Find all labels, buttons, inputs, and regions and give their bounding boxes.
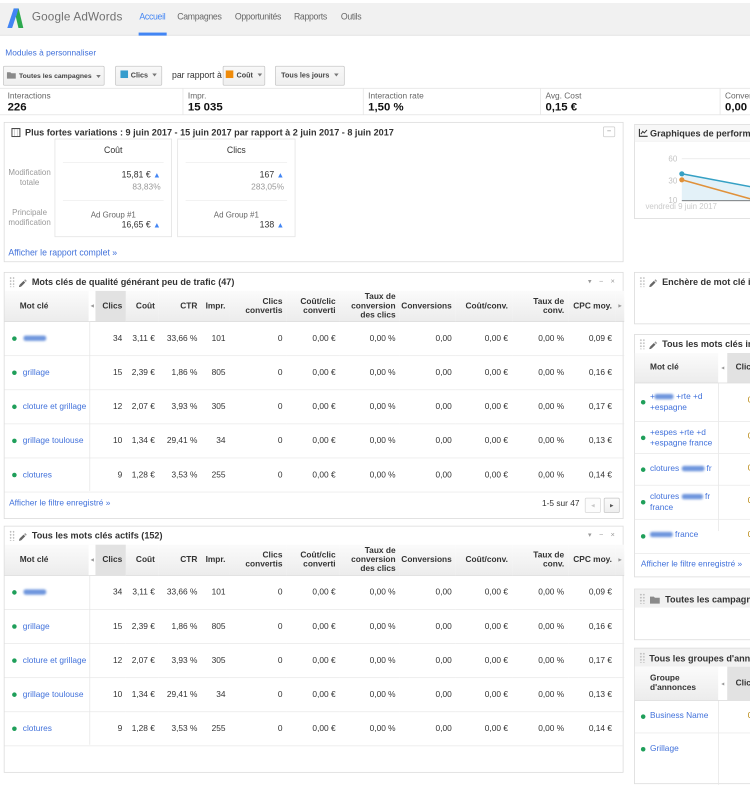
svg-text:vendredi 9 juin 2017: vendredi 9 juin 2017 xyxy=(645,202,717,211)
svg-text:60: 60 xyxy=(668,154,677,163)
svg-text:30: 30 xyxy=(668,176,677,185)
